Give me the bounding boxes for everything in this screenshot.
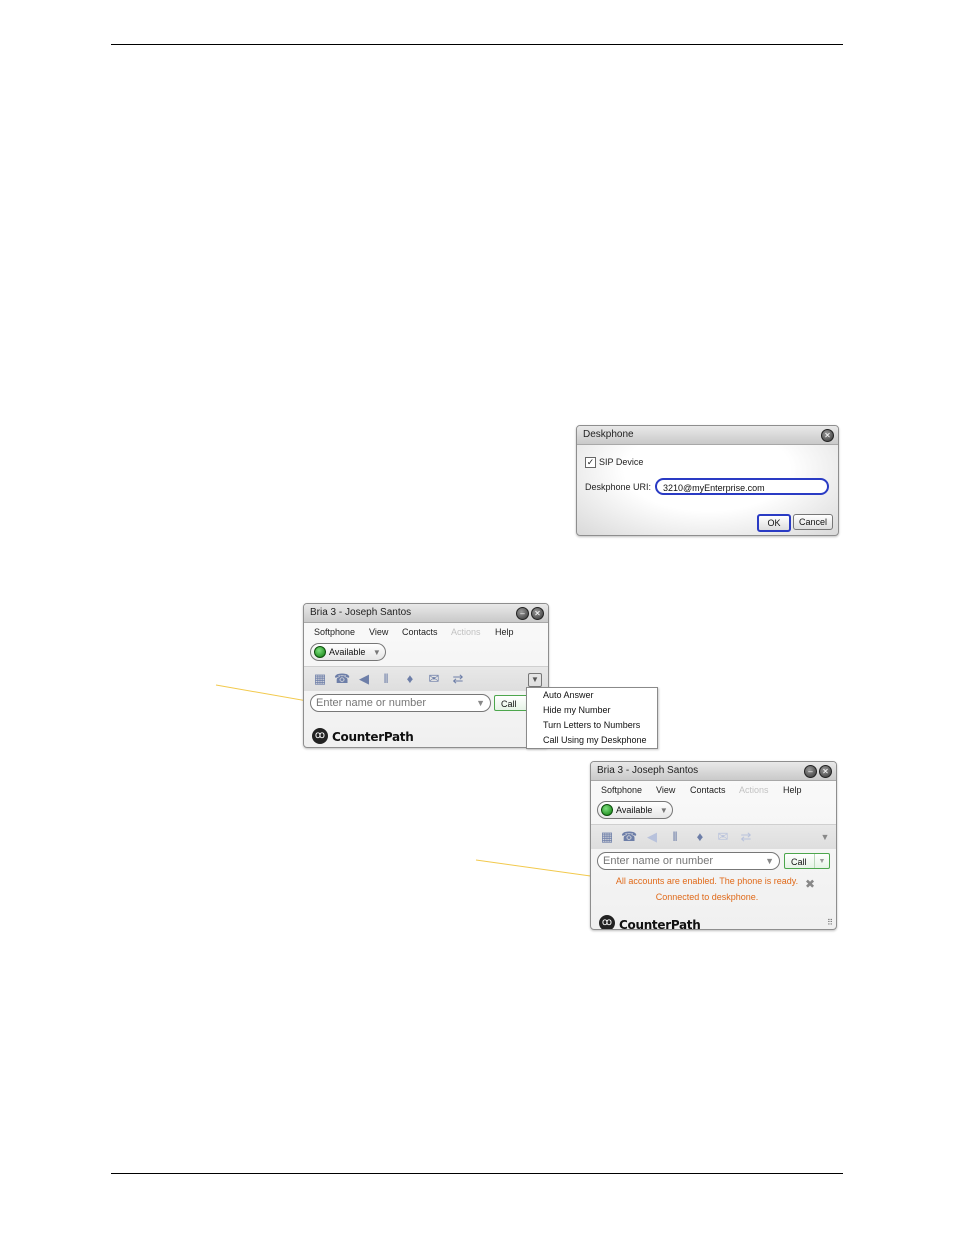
call-button[interactable]: Call ▼ [784,853,830,869]
menu-help[interactable]: Help [783,781,802,799]
call-button[interactable]: Call [494,695,530,711]
search-placeholder: Enter name or number [603,855,714,867]
counterpath-logo: CounterPath [619,918,701,930]
counterpath-logo: CounterPath [332,730,414,744]
bria-title-1: Bria 3 - Joseph Santos [304,604,548,623]
transfer-icon[interactable]: ⇄ [450,671,466,687]
deskphone-uri-input[interactable]: 3210@myEnterprise.com [655,478,829,495]
menu-item-turn-letters-to-numbers[interactable]: Turn Letters to Numbers [543,720,640,730]
presence-selector[interactable]: Available ▼ [310,643,386,661]
more-options-icon[interactable]: ▼ [528,673,542,687]
mail-icon[interactable]: ✉ [715,829,731,845]
bria-title-2: Bria 3 - Joseph Santos [591,762,836,781]
menu-item-call-using-deskphone[interactable]: Call Using my Deskphone [543,735,647,745]
menubar-1: Softphone View Contacts Actions Help [304,623,548,641]
dismiss-icon[interactable]: ✖ [805,877,815,891]
status-message: All accounts are enabled. The phone is r… [615,876,799,886]
sip-device-label: SIP Device [599,457,644,467]
close-icon[interactable]: ✕ [819,765,832,778]
search-placeholder: Enter name or number [316,697,427,709]
close-icon[interactable]: ✕ [821,429,834,442]
menu-view[interactable]: View [656,781,675,799]
menu-actions[interactable]: Actions [739,781,769,799]
available-status-icon [314,646,326,658]
presence-selector[interactable]: Available ▼ [597,801,673,819]
options-dropdown-menu: Auto Answer Hide my Number Turn Letters … [526,687,658,749]
search-input[interactable]: Enter name or number ▼ [597,852,780,870]
minimize-icon[interactable]: – [516,607,529,620]
chevron-down-icon: ▼ [476,698,485,708]
counterpath-logo-icon: ꝏ [312,728,328,744]
dialpad-icon[interactable]: ▦ [599,829,615,845]
phone-icon[interactable]: ☎ [334,671,350,687]
bria-window-2: Bria 3 - Joseph Santos – ✕ Softphone Vie… [590,761,837,930]
phone-icon[interactable]: ☎ [621,829,637,845]
deskphone-uri-label: Deskphone URI: [585,482,652,492]
speaker-icon[interactable]: ◀ [356,671,372,687]
menu-softphone[interactable]: Softphone [314,623,355,641]
bria-window-1: Bria 3 - Joseph Santos – ✕ Softphone Vie… [303,603,549,748]
presence-label: Available [329,647,366,657]
cancel-button[interactable]: Cancel [793,514,833,530]
menu-contacts[interactable]: Contacts [690,781,726,799]
transfer-icon[interactable]: ⇄ [738,829,754,845]
menu-help[interactable]: Help [495,623,514,641]
minimize-icon[interactable]: – [804,765,817,778]
ok-button[interactable]: OK [757,514,791,532]
menu-actions[interactable]: Actions [451,623,481,641]
call-label: Call [791,857,807,867]
menu-contacts[interactable]: Contacts [402,623,438,641]
resize-grip-icon[interactable]: ⠿ [827,918,833,927]
connection-status: Connected to deskphone. [655,892,759,902]
presence-label: Available [616,805,653,815]
available-status-icon [601,804,613,816]
toolbar-2: ▦ ☎ ◀ ‖ ♦ ✉ ⇄ ▼ [591,824,836,849]
menu-softphone[interactable]: Softphone [601,781,642,799]
volume-sliders-icon[interactable]: ‖ [378,671,394,687]
chevron-down-icon[interactable]: ▼ [817,829,833,845]
microphone-icon[interactable]: ♦ [402,671,418,687]
speaker-icon[interactable]: ◀ [644,829,660,845]
dialpad-icon[interactable]: ▦ [312,671,328,687]
deskphone-dialog: Deskphone ✕ ✓ SIP Device Deskphone URI: … [576,425,839,536]
menu-view[interactable]: View [369,623,388,641]
mail-icon[interactable]: ✉ [426,671,442,687]
microphone-icon[interactable]: ♦ [692,829,708,845]
search-input[interactable]: Enter name or number ▼ [310,694,491,712]
chevron-down-icon: ▼ [372,648,381,657]
call-dropdown-icon[interactable]: ▼ [814,854,829,868]
toolbar-1: ▦ ☎ ◀ ‖ ♦ ✉ ⇄ ▼ [304,666,548,691]
deskphone-title: Deskphone [577,426,838,445]
chevron-down-icon: ▼ [659,806,668,815]
close-icon[interactable]: ✕ [531,607,544,620]
volume-sliders-icon[interactable]: ‖ [667,829,683,845]
counterpath-logo-icon: ꝏ [599,915,615,929]
menu-item-auto-answer[interactable]: Auto Answer [543,690,594,700]
menu-item-hide-my-number[interactable]: Hide my Number [543,705,611,715]
sip-device-checkbox[interactable]: ✓ [585,457,596,468]
chevron-down-icon: ▼ [765,856,774,866]
menubar-2: Softphone View Contacts Actions Help [591,781,836,799]
